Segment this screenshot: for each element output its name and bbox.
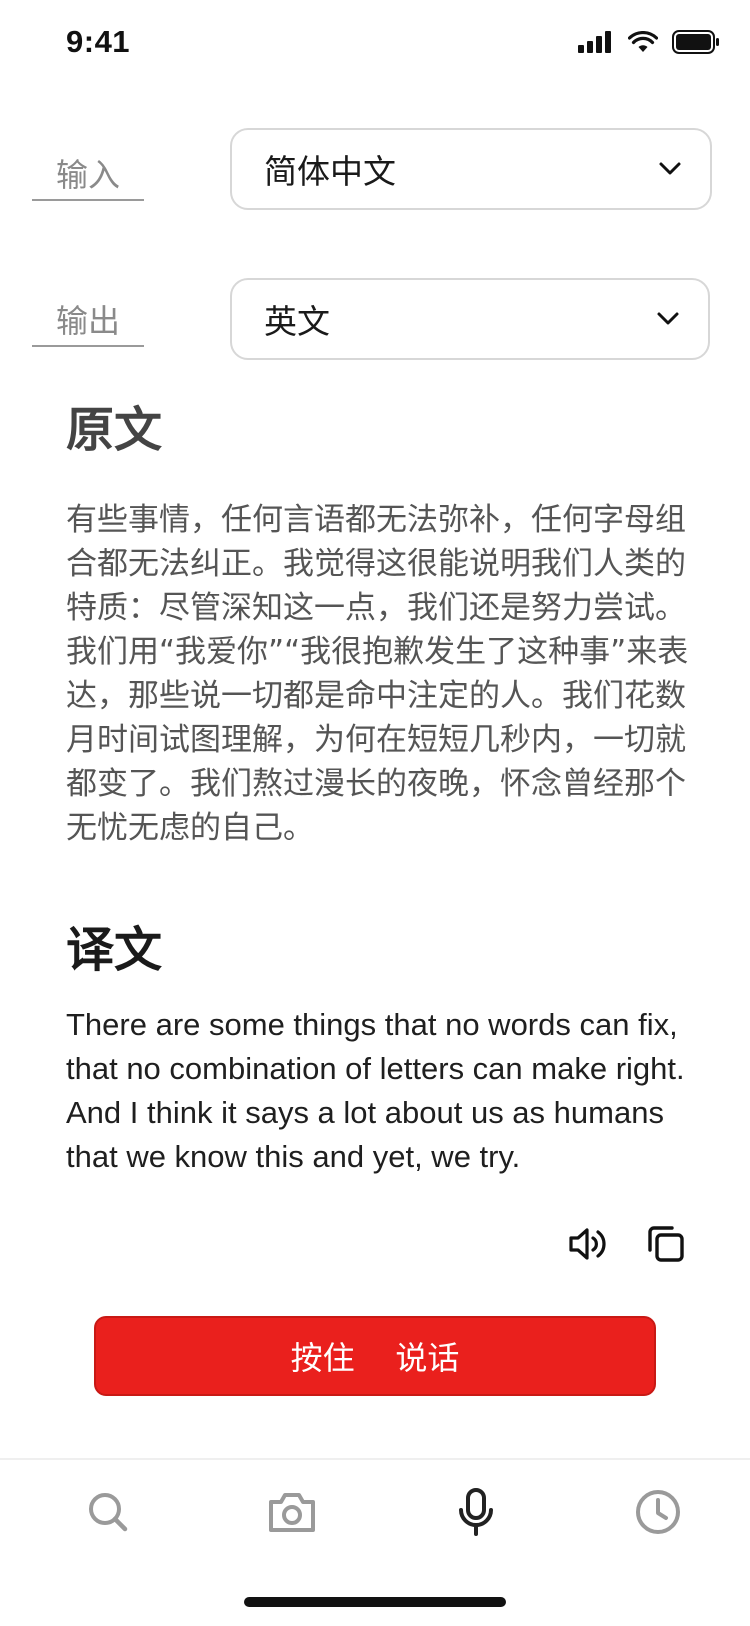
output-label: 输出 bbox=[56, 302, 121, 340]
wifi-icon bbox=[628, 31, 658, 52]
tab-history[interactable] bbox=[628, 1482, 688, 1542]
microphone-icon bbox=[459, 1488, 493, 1536]
source-text: 有些事情，任何言语都无法弥补，任何字母组合都无法纠正。我觉得这很能说明我们人类的… bbox=[66, 502, 689, 846]
translation-title: 译文 bbox=[66, 922, 163, 978]
output-language-select[interactable]: 英文 bbox=[230, 278, 710, 360]
clock-icon bbox=[636, 1490, 680, 1534]
translation-text: There are some things that no words can … bbox=[66, 1007, 685, 1174]
chevron-down-icon bbox=[659, 162, 681, 175]
search-icon bbox=[89, 1493, 128, 1532]
tab-search[interactable] bbox=[78, 1482, 138, 1542]
copy-button[interactable] bbox=[644, 1222, 688, 1266]
cellular-signal-icon bbox=[578, 31, 611, 53]
speaker-icon bbox=[569, 1228, 606, 1260]
output-language-value: 英文 bbox=[264, 302, 330, 341]
input-label-underline bbox=[32, 199, 144, 201]
status-time: 9:41 bbox=[66, 24, 131, 59]
tab-voice[interactable] bbox=[446, 1482, 506, 1542]
output-label-underline bbox=[32, 345, 144, 347]
chevron-down-icon bbox=[657, 312, 679, 325]
source-title: 原文 bbox=[66, 402, 163, 458]
home-indicator bbox=[244, 1597, 506, 1607]
speak-button[interactable] bbox=[566, 1222, 610, 1266]
input-language-value: 简体中文 bbox=[264, 152, 396, 191]
input-label: 输入 bbox=[56, 156, 121, 194]
hold-to-talk-button[interactable]: 按住 说话 bbox=[94, 1316, 656, 1396]
battery-icon bbox=[672, 30, 719, 54]
copy-icon bbox=[648, 1226, 684, 1262]
tab-camera[interactable] bbox=[262, 1482, 322, 1542]
hold-to-talk-label: 按住 说话 bbox=[290, 1339, 460, 1377]
status-icons bbox=[578, 30, 720, 54]
input-language-select[interactable]: 简体中文 bbox=[230, 128, 712, 210]
camera-icon bbox=[269, 1493, 315, 1532]
